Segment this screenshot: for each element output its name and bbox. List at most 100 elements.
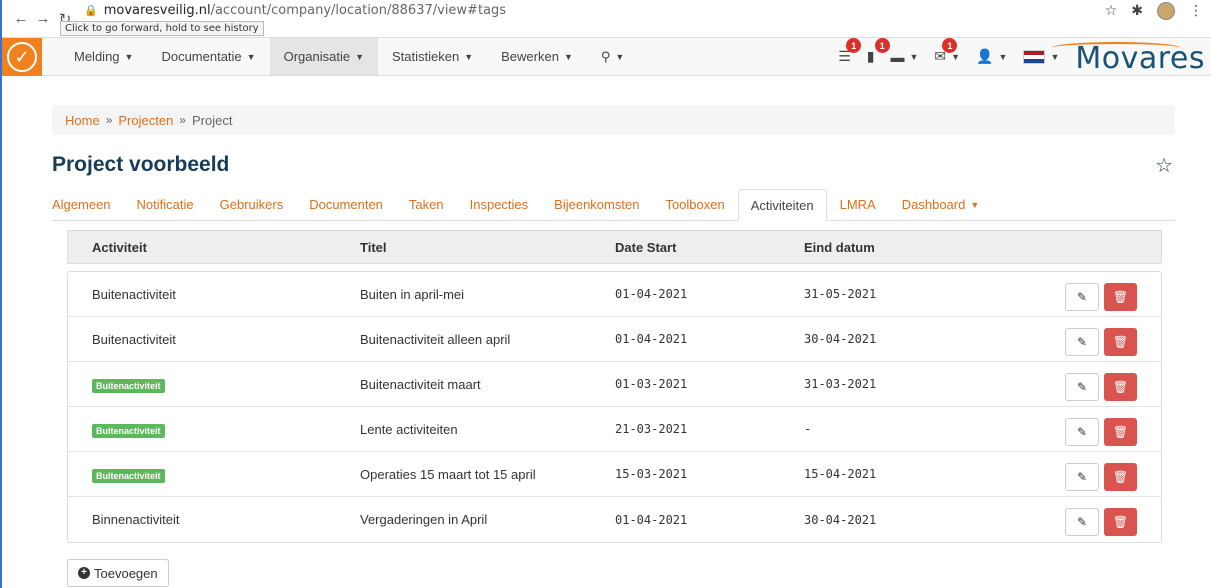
menu-search[interactable]: ⚲ ▼ bbox=[587, 38, 638, 75]
url-path: /account/company/location/88637/view#tag… bbox=[210, 3, 507, 18]
list-badge: 1 bbox=[846, 38, 862, 53]
cell-start: 15-03-2021 bbox=[615, 467, 688, 481]
pencil-icon: ✎ bbox=[1076, 515, 1088, 529]
tab-taken[interactable]: Taken bbox=[396, 189, 457, 220]
edit-button[interactable]: ✎ bbox=[1065, 418, 1099, 446]
address-bar[interactable]: 🔒 movaresveilig.nl/account/company/locat… bbox=[84, 3, 506, 18]
header-eind-datum[interactable]: Eind datum bbox=[804, 240, 875, 255]
table-row: Buitenactiviteit Buitenactiviteit maart … bbox=[68, 362, 1161, 407]
caret-down-icon: ▼ bbox=[124, 51, 134, 62]
delete-button[interactable]: 🗑 bbox=[1104, 418, 1137, 446]
breadcrumb-home[interactable]: Home bbox=[65, 113, 100, 128]
menu-statistieken[interactable]: Statistieken ▼ bbox=[378, 38, 487, 75]
chat-icon: ▬ bbox=[890, 48, 905, 65]
caret-down-icon: ▼ bbox=[970, 199, 980, 210]
menu-melding[interactable]: Melding ▼ bbox=[60, 38, 147, 75]
mail-notifications[interactable]: ✉ 1 ▼ bbox=[934, 38, 961, 65]
table-row: Buitenactiviteit Buiten in april-mei 01-… bbox=[68, 272, 1161, 317]
profile-avatar[interactable] bbox=[1157, 1, 1175, 20]
caret-down-icon: ▼ bbox=[615, 51, 625, 62]
forward-tooltip: Click to go forward, hold to see history bbox=[60, 21, 264, 36]
plus-circle-icon: + bbox=[78, 567, 90, 579]
activiteit-label-badge: Buitenactiviteit bbox=[92, 423, 165, 438]
browser-menu-icon[interactable]: ⋮ bbox=[1189, 2, 1203, 19]
tab-lmra[interactable]: LMRA bbox=[827, 189, 889, 220]
add-button-label: Toevoegen bbox=[94, 565, 158, 581]
menu-organisatie[interactable]: Organisatie ▼ bbox=[269, 38, 378, 75]
main-content: Home » Projecten » Project Project voorb… bbox=[52, 105, 1175, 587]
menu-label: Documentatie bbox=[161, 49, 242, 64]
header-activiteit[interactable]: Activiteit bbox=[92, 240, 147, 255]
cell-start: 01-04-2021 bbox=[615, 287, 688, 301]
page-title: Project voorbeeld bbox=[52, 153, 230, 176]
menu-label: Melding bbox=[74, 49, 120, 64]
tab-dashboard[interactable]: Dashboard ▼ bbox=[889, 189, 993, 220]
table-row: Binnenactiviteit Vergaderingen in April … bbox=[68, 497, 1161, 542]
cell-eind: 31-05-2021 bbox=[804, 287, 877, 301]
search-icon: ⚲ bbox=[600, 48, 611, 64]
delete-button[interactable]: 🗑 bbox=[1104, 373, 1137, 401]
cell-activiteit: Buitenactiviteit bbox=[92, 286, 176, 302]
tab-activiteiten[interactable]: Activiteiten bbox=[737, 189, 827, 221]
back-arrow-icon[interactable]: ← bbox=[10, 10, 32, 27]
user-icon: 👤 bbox=[976, 48, 994, 64]
cell-titel: Operaties 15 maart tot 15 april bbox=[360, 466, 536, 482]
cell-titel: Lente activiteiten bbox=[360, 421, 458, 437]
cell-start: 01-04-2021 bbox=[615, 512, 688, 527]
edit-button[interactable]: ✎ bbox=[1065, 463, 1099, 491]
cell-activiteit: Buitenactiviteit bbox=[92, 331, 176, 347]
bookmark-star-icon[interactable]: ☆ bbox=[1105, 2, 1118, 19]
tab-gebruikers[interactable]: Gebruikers bbox=[207, 189, 297, 220]
tab-documenten[interactable]: Documenten bbox=[296, 189, 396, 220]
tab-bar: Algemeen Notificatie Gebruikers Document… bbox=[52, 189, 1175, 221]
tab-toolboxen[interactable]: Toolboxen bbox=[652, 189, 737, 220]
table-row: Buitenactiviteit Lente activiteiten 21-0… bbox=[68, 407, 1161, 452]
main-menu: Melding ▼ Documentatie ▼ Organisatie ▼ Stat… bbox=[60, 38, 638, 75]
trash-icon: 🗑 bbox=[1112, 470, 1129, 484]
delete-button[interactable]: 🗑 bbox=[1104, 283, 1137, 311]
breadcrumb-projecten[interactable]: Projecten bbox=[118, 113, 173, 128]
delete-button[interactable]: 🗑 bbox=[1104, 328, 1137, 356]
add-button[interactable]: + Toevoegen bbox=[67, 559, 169, 587]
tab-label: Dashboard bbox=[901, 197, 966, 212]
caret-down-icon: ▼ bbox=[464, 51, 474, 62]
extensions-puzzle-icon[interactable]: ✱ bbox=[1131, 2, 1143, 19]
pencil-icon: ✎ bbox=[1076, 470, 1088, 484]
edit-button[interactable]: ✎ bbox=[1065, 283, 1099, 311]
trash-icon: 🗑 bbox=[1112, 290, 1129, 304]
cell-eind: 15-04-2021 bbox=[804, 467, 877, 481]
menu-label: Bewerken bbox=[501, 49, 559, 64]
chat-menu[interactable]: ▬ ▼ bbox=[891, 49, 919, 65]
edit-button[interactable]: ✎ bbox=[1065, 508, 1099, 536]
url-host: movaresveilig.nl bbox=[103, 3, 211, 18]
cell-start: 21-03-2021 bbox=[615, 422, 688, 436]
forward-arrow-icon[interactable]: → bbox=[32, 10, 54, 27]
activiteit-label-badge: Buitenactiviteit bbox=[92, 468, 165, 483]
lock-icon: 🔒 bbox=[84, 4, 98, 17]
tab-algemeen[interactable]: Algemeen bbox=[52, 189, 124, 220]
caret-down-icon: ▼ bbox=[951, 51, 961, 62]
cell-start: 01-04-2021 bbox=[615, 332, 688, 346]
file-notifications[interactable]: ▮ 1 bbox=[866, 38, 890, 65]
tab-notificatie[interactable]: Notificatie bbox=[124, 189, 207, 220]
table-row: Buitenactiviteit Buitenactiviteit alleen… bbox=[68, 317, 1161, 362]
edit-button[interactable]: ✎ bbox=[1065, 328, 1099, 356]
cell-eind: 31-03-2021 bbox=[804, 377, 877, 391]
list-notifications[interactable]: ☰ 1 bbox=[838, 38, 862, 65]
logo-check-icon[interactable]: ✓ bbox=[2, 38, 42, 76]
edit-button[interactable]: ✎ bbox=[1065, 373, 1099, 401]
delete-button[interactable]: 🗑 bbox=[1104, 463, 1137, 491]
file-icon: ▮ bbox=[866, 48, 875, 64]
trash-icon: 🗑 bbox=[1112, 380, 1129, 394]
header-date-start[interactable]: Date Start bbox=[615, 240, 676, 255]
menu-bewerken[interactable]: Bewerken ▼ bbox=[487, 38, 587, 75]
menu-documentatie[interactable]: Documentatie ▼ bbox=[147, 38, 269, 75]
tab-inspecties[interactable]: Inspecties bbox=[457, 189, 542, 220]
favorite-star-icon[interactable]: ☆ bbox=[1155, 153, 1173, 178]
trash-icon: 🗑 bbox=[1112, 335, 1129, 349]
user-menu[interactable]: 👤 ▼ bbox=[976, 48, 1007, 65]
header-titel[interactable]: Titel bbox=[360, 240, 387, 255]
delete-button[interactable]: 🗑 bbox=[1104, 508, 1137, 536]
app-window: ← → ↻ 🔒 movaresveilig.nl/account/company… bbox=[0, 0, 1211, 588]
tab-bijeenkomsten[interactable]: Bijeenkomsten bbox=[541, 189, 652, 220]
